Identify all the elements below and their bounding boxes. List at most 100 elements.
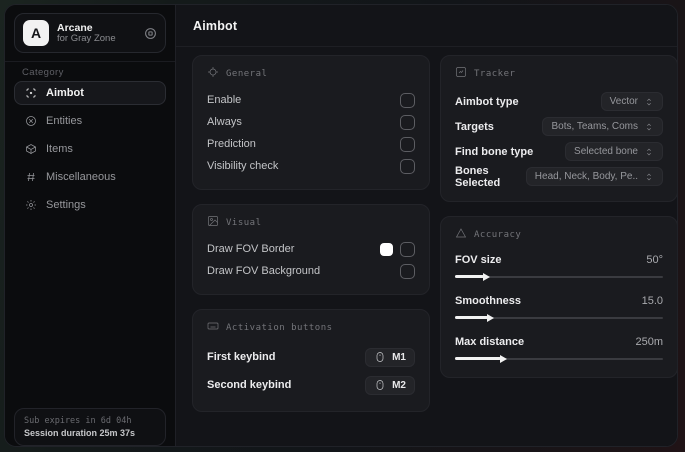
setting-row-first-keybind: First keybind M1 xyxy=(207,343,415,371)
chevrons-up-down-icon xyxy=(644,147,654,157)
slider-thumb[interactable] xyxy=(499,354,507,363)
aimbot-type-select[interactable]: Vector xyxy=(600,92,663,111)
mouse-icon xyxy=(376,352,384,362)
page-title: Aimbot xyxy=(193,18,238,33)
smoothness-slider[interactable] xyxy=(455,313,663,322)
smoothness-value: 15.0 xyxy=(641,295,663,307)
general-card-header: General xyxy=(207,66,415,81)
tracker-card: Tracker Aimbot type Vector Targets Bots,… xyxy=(440,55,677,202)
sidebar-item-entities[interactable]: Entities xyxy=(14,109,166,133)
slider-fill xyxy=(455,316,489,319)
sidebar-item-label: Items xyxy=(46,143,73,155)
setting-label: First keybind xyxy=(207,351,276,363)
subscription-info-card: Sub expires in 6d 04h Session duration 2… xyxy=(14,408,166,446)
setting-row-fov-background: Draw FOV Background xyxy=(207,260,415,282)
card-title: General xyxy=(226,68,268,79)
sidebar-item-aimbot[interactable]: Aimbot xyxy=(14,81,166,105)
tracker-card-header: Tracker xyxy=(455,66,663,81)
slider-thumb[interactable] xyxy=(483,272,491,281)
crosshair-icon xyxy=(207,66,219,81)
slider-thumb[interactable] xyxy=(487,313,495,322)
setting-row-targets: Targets Bots, Teams, Coms xyxy=(455,114,663,139)
setting-row-enable: Enable xyxy=(207,89,415,111)
sidebar: A Arcane for Gray Zone Category Aimbot E… xyxy=(5,5,175,446)
fov-border-checkbox[interactable] xyxy=(400,241,415,257)
setting-label: Smoothness xyxy=(455,295,522,307)
mouse-icon xyxy=(376,380,384,390)
sidebar-item-label: Entities xyxy=(46,115,83,127)
setting-row-visibility-check: Visibility check xyxy=(207,155,415,177)
setting-label: Aimbot type xyxy=(455,95,519,108)
setting-label: Draw FOV Border xyxy=(207,243,295,255)
first-keybind-button[interactable]: M1 xyxy=(365,347,415,367)
setting-label: Targets xyxy=(455,120,494,133)
brand-card: A Arcane for Gray Zone xyxy=(14,13,166,53)
keybind-value: M1 xyxy=(392,351,406,363)
visibility-check-checkbox[interactable] xyxy=(400,158,415,174)
select-value: Vector xyxy=(609,96,638,107)
sub-expiry-text: Sub expires in 6d 04h xyxy=(24,416,132,426)
setting-label: Bones Selected xyxy=(455,164,501,189)
setting-row-aimbot-type: Aimbot type Vector xyxy=(455,89,663,114)
setting-group-max-distance: Max distance 250m xyxy=(455,332,663,363)
max-distance-slider[interactable] xyxy=(455,354,663,363)
main-header: Aimbot xyxy=(176,5,677,47)
setting-label: FOV size xyxy=(455,254,502,266)
prediction-checkbox[interactable] xyxy=(400,136,415,152)
category-label: Category xyxy=(22,67,64,78)
power-icon[interactable] xyxy=(144,27,157,40)
setting-row-fov-border: Draw FOV Border xyxy=(207,238,415,260)
accuracy-card: Accuracy FOV size 50° Smoothness 15.0 Ma… xyxy=(440,216,677,378)
slider-fill xyxy=(455,275,485,278)
bones-selected-select[interactable]: Head, Neck, Body, Pe.. xyxy=(525,167,663,186)
brand-subtitle: for Gray Zone xyxy=(57,32,116,44)
left-column: General Enable Always Prediction Visibil… xyxy=(192,55,430,412)
cheat-menu-window: A Arcane for Gray Zone Category Aimbot E… xyxy=(4,4,678,447)
setting-row-second-keybind: Second keybind M2 xyxy=(207,371,415,399)
select-value: Bots, Teams, Coms xyxy=(551,121,638,132)
chevrons-up-down-icon xyxy=(644,172,654,182)
fov-border-color-swatch[interactable] xyxy=(380,242,393,256)
image-icon xyxy=(207,215,219,230)
chevrons-up-down-icon xyxy=(644,97,654,107)
setting-label: Always xyxy=(207,116,242,128)
setting-label: Draw FOV Background xyxy=(207,265,321,277)
brand-logo: A xyxy=(23,20,49,46)
setting-row-bones-selected: Bones Selected Head, Neck, Body, Pe.. xyxy=(455,164,663,189)
accuracy-card-header: Accuracy xyxy=(455,227,663,242)
fov-size-slider[interactable] xyxy=(455,272,663,281)
sidebar-item-miscellaneous[interactable]: Miscellaneous xyxy=(14,165,166,189)
targets-select[interactable]: Bots, Teams, Coms xyxy=(542,117,663,136)
fov-size-value: 50° xyxy=(646,254,663,266)
max-distance-value: 250m xyxy=(635,336,663,348)
find-bone-type-select[interactable]: Selected bone xyxy=(565,142,663,161)
card-title: Accuracy xyxy=(474,229,522,240)
brand-text: Arcane for Gray Zone xyxy=(57,22,136,45)
setting-label: Max distance xyxy=(455,336,525,348)
setting-label: Prediction xyxy=(207,138,256,150)
setting-group-smoothness: Smoothness 15.0 xyxy=(455,291,663,322)
tracker-icon xyxy=(455,66,467,81)
visual-card-header: Visual xyxy=(207,215,415,230)
activation-card-header: Activation buttons xyxy=(207,320,415,335)
enable-checkbox[interactable] xyxy=(400,92,415,108)
sidebar-item-settings[interactable]: Settings xyxy=(14,193,166,217)
activation-buttons-card: Activation buttons First keybind M1 Seco… xyxy=(192,309,430,412)
second-keybind-button[interactable]: M2 xyxy=(365,375,415,395)
select-value: Head, Neck, Body, Pe.. xyxy=(534,171,638,182)
sidebar-item-items[interactable]: Items xyxy=(14,137,166,161)
content-area: General Enable Always Prediction Visibil… xyxy=(176,48,677,446)
triangle-icon xyxy=(455,227,467,242)
setting-label: Find bone type xyxy=(455,145,534,158)
always-checkbox[interactable] xyxy=(400,114,415,130)
select-value: Selected bone xyxy=(574,146,638,157)
main-panel: Aimbot General Enable Always Prediction … xyxy=(175,5,677,446)
entities-radar-icon xyxy=(24,115,37,128)
setting-label: Second keybind xyxy=(207,379,292,391)
general-card: General Enable Always Prediction Visibil… xyxy=(192,55,430,190)
sidebar-item-label: Settings xyxy=(46,199,86,211)
card-title: Tracker xyxy=(474,68,516,79)
setting-label: Visibility check xyxy=(207,160,279,172)
fov-background-checkbox[interactable] xyxy=(400,263,415,279)
aimbot-scan-icon xyxy=(24,87,37,100)
